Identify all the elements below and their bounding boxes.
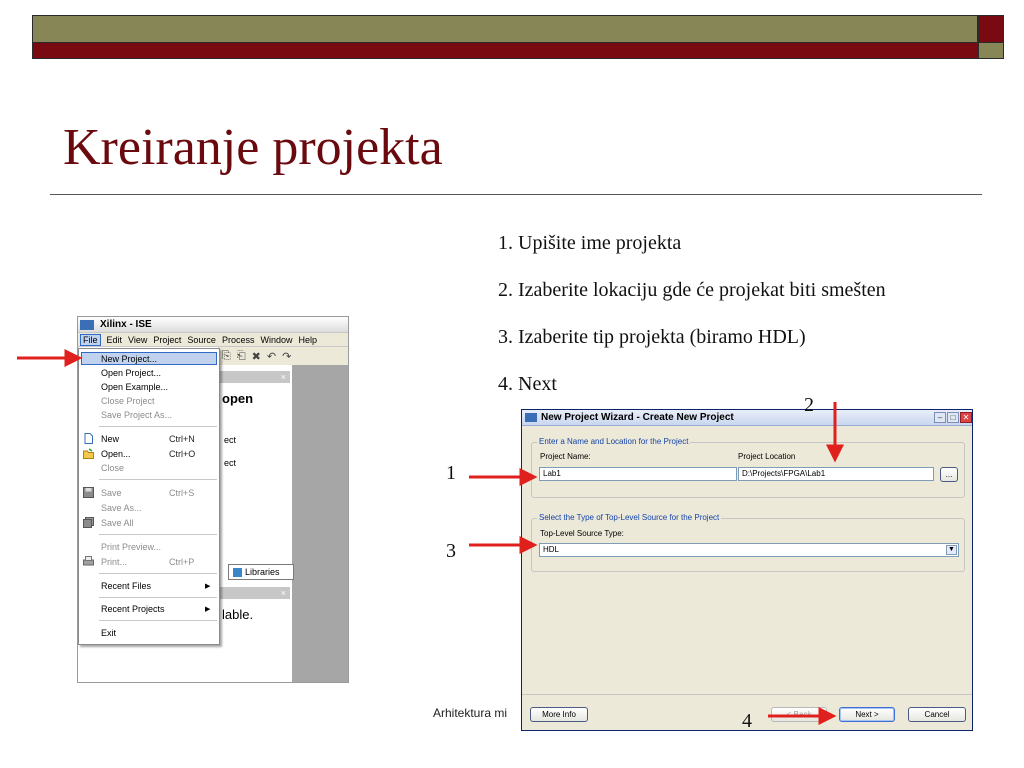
annotation-arrows [17, 349, 844, 725]
